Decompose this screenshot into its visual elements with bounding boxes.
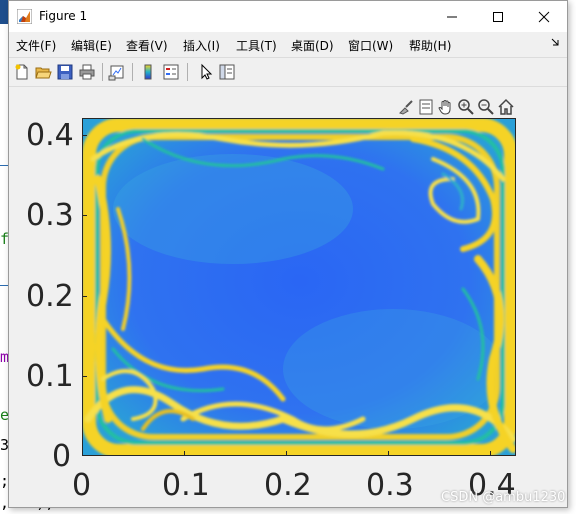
y-tick-label: 0 bbox=[52, 439, 72, 474]
menu-help[interactable]: 帮助(H) bbox=[409, 37, 451, 54]
y-tick-label: 0.3 bbox=[26, 198, 74, 233]
menu-file[interactable]: 文件(F) bbox=[16, 37, 56, 54]
legend-icon[interactable] bbox=[162, 63, 180, 81]
y-tick-mark bbox=[82, 296, 87, 297]
y-tick-label: 0.1 bbox=[26, 359, 74, 394]
title-bar: Figure 1 bbox=[9, 1, 567, 32]
x-tick-mark bbox=[286, 451, 287, 456]
toolbar-separator bbox=[132, 63, 133, 81]
y-tick-mark bbox=[82, 135, 87, 136]
menu-bar: 文件(F) 编辑(E) 查看(V) 插入(I) 工具(T) 桌面(D) 窗口(W… bbox=[9, 32, 567, 56]
toolbar-separator bbox=[102, 63, 103, 81]
print-icon[interactable] bbox=[78, 63, 96, 81]
open-icon[interactable] bbox=[34, 63, 52, 81]
close-button[interactable] bbox=[521, 1, 567, 32]
y-tick-label: 0.4 bbox=[26, 118, 74, 153]
watermark: CSDN @ambu1230 bbox=[441, 490, 566, 505]
window-title: Figure 1 bbox=[39, 9, 88, 23]
menu-desktop[interactable]: 桌面(D) bbox=[291, 37, 334, 54]
x-tick-label: 0 bbox=[72, 468, 92, 503]
x-tick-label: 0.2 bbox=[264, 468, 312, 503]
y-tick-mark bbox=[82, 215, 87, 216]
pointer-icon[interactable] bbox=[197, 63, 215, 81]
x-tick-mark bbox=[490, 451, 491, 456]
flow-field-image[interactable] bbox=[82, 118, 516, 456]
x-tick-mark bbox=[388, 451, 389, 456]
menu-insert[interactable]: 插入(I) bbox=[183, 37, 220, 54]
zoom-out-icon[interactable] bbox=[477, 98, 495, 116]
home-icon[interactable] bbox=[497, 98, 515, 116]
x-tick-label: 0.1 bbox=[162, 468, 210, 503]
y-tick-mark bbox=[82, 376, 87, 377]
data-tips-icon[interactable] bbox=[417, 98, 435, 116]
save-icon[interactable] bbox=[56, 63, 74, 81]
x-tick-label: 0.3 bbox=[366, 468, 414, 503]
y-tick-label: 0.2 bbox=[26, 279, 74, 314]
colorbar-icon[interactable] bbox=[139, 63, 157, 81]
matlab-logo-icon bbox=[17, 9, 32, 24]
close-icon bbox=[538, 11, 550, 23]
maximize-icon bbox=[493, 12, 503, 22]
link-plot-icon[interactable] bbox=[108, 63, 126, 81]
figure-toolbar bbox=[9, 57, 567, 87]
brush-icon[interactable] bbox=[397, 98, 415, 116]
maximize-button[interactable] bbox=[475, 1, 521, 32]
menu-tools[interactable]: 工具(T) bbox=[236, 37, 277, 54]
toolbar-separator bbox=[187, 63, 188, 81]
flow-field-graphic bbox=[83, 119, 515, 455]
new-figure-icon[interactable] bbox=[13, 63, 31, 81]
menu-window[interactable]: 窗口(W) bbox=[348, 37, 393, 54]
menu-edit[interactable]: 编辑(E) bbox=[71, 37, 112, 54]
pan-icon[interactable] bbox=[437, 98, 455, 116]
menu-view[interactable]: 查看(V) bbox=[126, 37, 168, 54]
x-tick-mark bbox=[184, 451, 185, 456]
property-inspector-icon[interactable] bbox=[218, 63, 236, 81]
minimize-button[interactable] bbox=[429, 1, 475, 32]
minimize-icon bbox=[447, 16, 457, 18]
menu-dock-arrow-icon[interactable] bbox=[551, 38, 559, 46]
zoom-in-icon[interactable] bbox=[457, 98, 475, 116]
